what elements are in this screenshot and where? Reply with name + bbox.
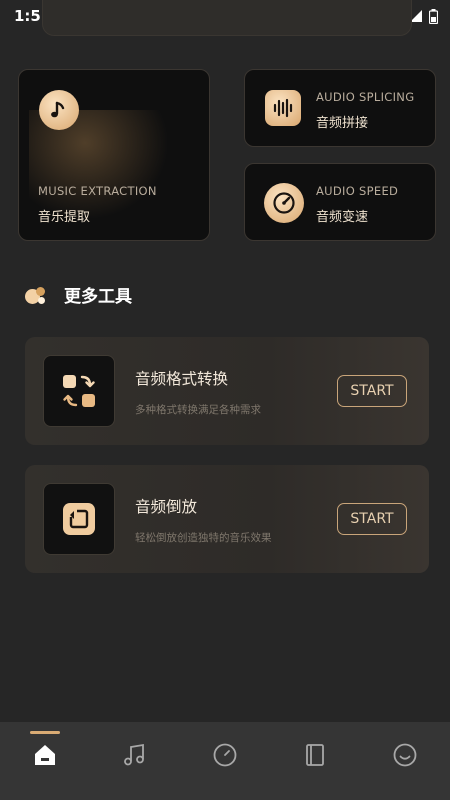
audio-splicing-card[interactable]: AUDIO SPLICING 音频拼接	[244, 69, 436, 147]
format-convert-icon	[43, 355, 115, 427]
nav-music[interactable]	[90, 722, 180, 800]
speedometer-icon	[264, 183, 304, 223]
bottom-nav	[0, 722, 450, 800]
music-extraction-cn-label: 音乐提取	[38, 210, 91, 225]
home-icon	[35, 745, 55, 765]
format-convert-title: 音频格式转换	[135, 370, 229, 388]
nav-library[interactable]	[270, 722, 360, 800]
reverse-play-tool[interactable]: 音频倒放 轻松倒放创造独特的音乐效果 START	[25, 465, 429, 573]
smiley-icon	[393, 743, 417, 767]
audio-speed-cn-label: 音频变速	[316, 210, 369, 225]
battery-icon	[429, 8, 438, 24]
clock-icon	[213, 743, 237, 767]
music-extraction-card[interactable]: MUSIC EXTRACTION 音乐提取	[18, 69, 210, 241]
reverse-play-title: 音频倒放	[135, 498, 198, 516]
more-tools-title: 更多工具	[64, 287, 132, 307]
book-icon	[306, 744, 324, 766]
nav-speed[interactable]	[180, 722, 270, 800]
music-note-icon	[39, 90, 79, 130]
audio-splicing-cn-label: 音频拼接	[316, 116, 369, 131]
audio-speed-en-label: AUDIO SPEED	[316, 184, 399, 198]
more-tools-header: 更多工具	[24, 282, 132, 307]
audio-splicing-en-label: AUDIO SPLICING	[316, 90, 415, 104]
waveform-icon	[265, 90, 301, 126]
nav-active-indicator	[30, 731, 60, 734]
dots-icon	[24, 284, 52, 306]
format-convert-start-button[interactable]: START	[337, 375, 407, 407]
nav-profile[interactable]	[360, 722, 450, 800]
reverse-play-start-button[interactable]: START	[337, 503, 407, 535]
format-convert-tool[interactable]: 音频格式转换 多种格式转换满足各种需求 START	[25, 337, 429, 445]
reverse-play-desc: 轻松倒放创造独特的音乐效果	[135, 532, 272, 544]
top-banner[interactable]	[42, 0, 412, 36]
audio-speed-card[interactable]: AUDIO SPEED 音频变速	[244, 163, 436, 241]
music-extraction-en-label: MUSIC EXTRACTION	[38, 184, 157, 198]
nav-home[interactable]	[0, 722, 90, 800]
music-icon	[124, 743, 144, 766]
reverse-play-icon	[43, 483, 115, 555]
format-convert-desc: 多种格式转换满足各种需求	[135, 404, 261, 416]
